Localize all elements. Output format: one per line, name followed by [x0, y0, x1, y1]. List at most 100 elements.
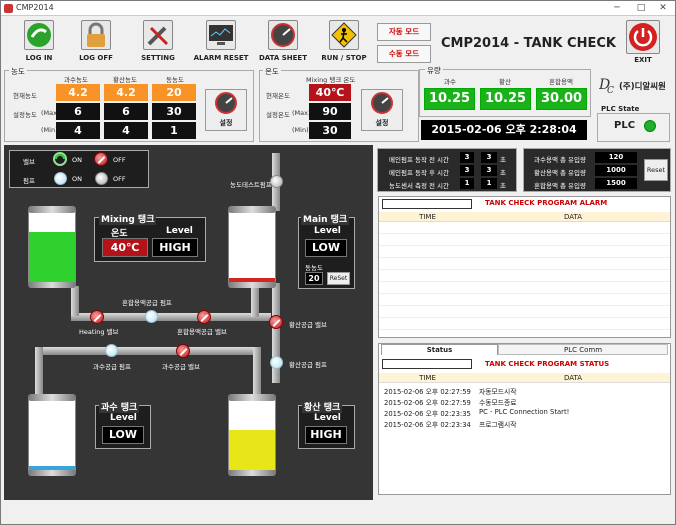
total-value: 1500 — [595, 178, 637, 189]
heating-valve[interactable] — [90, 310, 104, 324]
timer-label: 메인펌프 동작 전 시간 — [389, 156, 450, 164]
min-acid-conc[interactable]: 4 — [104, 122, 148, 139]
login-button[interactable]: LOG IN — [9, 20, 69, 66]
window-title: CMP2014 — [16, 3, 54, 12]
mixing-level-value: HIGH — [152, 238, 198, 257]
mix-supply-valve[interactable] — [197, 310, 211, 324]
conc-set-label: 설정 — [219, 119, 233, 127]
status-row-data: 수동모드종료 — [479, 399, 517, 407]
legend-pump-on: ON — [72, 175, 82, 183]
legend-pump-label: 펌프 — [23, 177, 35, 185]
max-acid-conc[interactable]: 6 — [104, 103, 148, 120]
mix-supply-pump-label: 혼합용액공급 펌프 — [122, 299, 172, 307]
auto-mode-button[interactable]: 자동 모드 — [377, 23, 431, 41]
total-label: 혼합용액 총 유입량 — [534, 182, 586, 190]
current-datetime: 2015-02-06 오후 2:28:04 — [421, 120, 587, 140]
alarm-reset-label: ALARM RESET — [193, 54, 249, 62]
status-row-data: 프로그램시작 — [479, 421, 517, 429]
alarm-table-body[interactable] — [379, 222, 670, 337]
exit-button[interactable]: EXIT — [613, 20, 673, 66]
alarm-col-time: TIME — [379, 212, 476, 222]
current-temp-label: 현재온도 — [266, 92, 290, 100]
timer-value[interactable]: 3 — [460, 152, 474, 163]
power-icon — [626, 20, 660, 54]
acid-level-value: HIGH — [305, 426, 347, 444]
app-title: CMP2014 - TANK CHECK — [441, 36, 616, 51]
temp-set-button[interactable]: 설정 — [361, 89, 403, 131]
conc-set-button[interactable]: 설정 — [205, 89, 247, 131]
min-mixing-temp[interactable]: 30 — [309, 122, 351, 139]
acid-supply-valve[interactable] — [269, 315, 283, 329]
maximize-button[interactable]: □ — [629, 1, 653, 16]
alarm-title: TANK CHECK PROGRAM ALARM — [485, 199, 608, 207]
current-h2o2-conc: 4.2 — [56, 84, 100, 101]
total-value: 120 — [595, 152, 637, 163]
acid-tank-title: 황산 탱크 — [302, 400, 343, 413]
h2o2-tank — [28, 394, 76, 476]
max-cu-conc[interactable]: 30 — [152, 103, 196, 120]
lock-icon — [81, 20, 111, 50]
close-button[interactable]: ✕ — [651, 1, 675, 16]
h2o2-supply-pump[interactable] — [105, 344, 118, 357]
gauge-icon — [215, 92, 237, 114]
login-icon — [24, 20, 54, 50]
alarm-filter-input[interactable] — [382, 199, 472, 209]
pipe — [253, 347, 261, 397]
app-window: CMP2014 ─ □ ✕ LOG IN LOG OFF SETTING ALA… — [0, 0, 676, 525]
max-h2o2-conc[interactable]: 6 — [56, 103, 100, 120]
gauge-icon — [268, 20, 298, 50]
h2o2-tank-title: 과수 탱크 — [99, 400, 140, 413]
status-filter-input[interactable] — [382, 359, 472, 369]
mixing-tank — [28, 206, 76, 288]
acid-tank — [228, 394, 276, 476]
h2o2-tank-fill — [29, 466, 75, 470]
company-name: (주)디알씨원 — [619, 82, 666, 92]
logoff-button[interactable]: LOG OFF — [66, 20, 126, 66]
col-acid-conc: 황산농도 — [113, 76, 137, 84]
valve-on-icon — [53, 152, 67, 166]
main-level-value: LOW — [305, 239, 347, 257]
h2o2-supply-pump-label: 과수공급 펌프 — [93, 363, 131, 371]
tab-status[interactable]: Status — [381, 344, 498, 355]
h2o2-supply-valve[interactable] — [176, 344, 190, 358]
total-label: 과수용액 총 유입량 — [534, 156, 586, 164]
tools-icon — [143, 20, 173, 50]
min-cu-conc[interactable]: 1 — [152, 122, 196, 139]
plc-label: PLC — [614, 120, 636, 131]
conc-test-pump-label: 농도테스트펌프 — [230, 181, 272, 189]
pump-on-icon — [54, 172, 67, 185]
pipe — [35, 347, 43, 397]
main-tank-fill — [229, 278, 275, 282]
mixing-tank-fill — [29, 231, 75, 282]
timer-value-sub[interactable]: 3 — [481, 165, 497, 176]
acid-supply-pump[interactable] — [270, 356, 283, 369]
timer-value[interactable]: 3 — [460, 165, 474, 176]
current-mixing-temp: 40℃ — [309, 84, 351, 101]
gauge-icon — [371, 92, 393, 114]
run-stop-button[interactable]: RUN / STOP — [314, 20, 374, 66]
max-mixing-temp[interactable]: 90 — [309, 103, 351, 120]
main-reset-button[interactable]: ReSet — [327, 272, 350, 285]
manual-mode-button[interactable]: 수동 모드 — [377, 45, 431, 63]
setting-button[interactable]: SETTING — [128, 20, 188, 66]
mix-supply-pump[interactable] — [145, 310, 158, 323]
mix-flow-value: 30.00 — [536, 88, 587, 110]
alarm-reset-button[interactable]: ALARM RESET — [191, 20, 251, 66]
run-sign-icon — [329, 20, 359, 50]
temp-max-unit: (Max) — [292, 109, 311, 117]
mixing-level-label: Level — [166, 226, 193, 236]
timer-value-sub[interactable]: 3 — [481, 152, 497, 163]
plc-state-title: PLC State — [601, 105, 640, 113]
pipe — [71, 286, 79, 316]
h2o2-flow-value: 10.25 — [424, 88, 475, 110]
min-h2o2-conc[interactable]: 4 — [56, 122, 100, 139]
timer-value-sub[interactable]: 1 — [481, 178, 497, 189]
timer-value[interactable]: 1 — [460, 178, 474, 189]
tab-plc-comm[interactable]: PLC Comm — [498, 344, 668, 355]
h2o2-level-label: Level — [110, 413, 137, 423]
status-row-time: 2015-02-06 오후 02:27:59 — [384, 399, 471, 407]
totals-reset-button[interactable]: Reset — [644, 159, 668, 181]
minimize-button[interactable]: ─ — [605, 1, 629, 16]
data-sheet-button[interactable]: DATA SHEET — [253, 20, 313, 66]
status-row-time: 2015-02-06 오후 02:23:34 — [384, 421, 471, 429]
